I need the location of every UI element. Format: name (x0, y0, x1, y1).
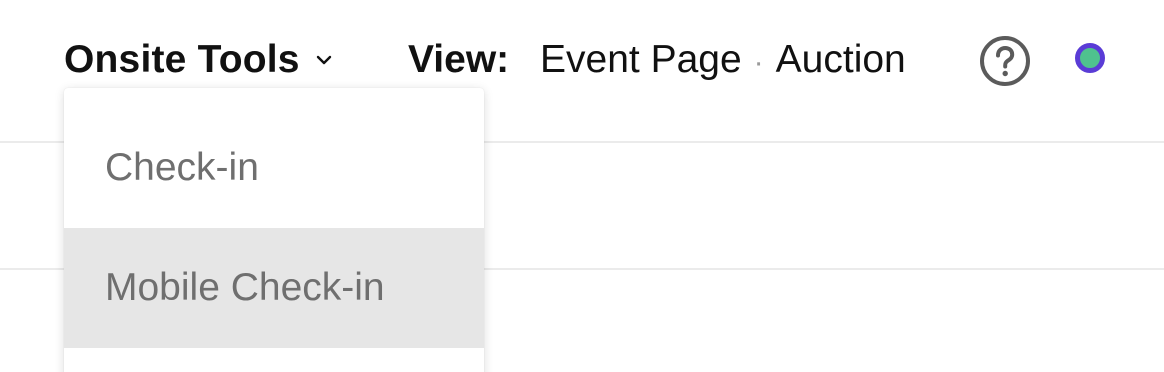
help-circle-icon[interactable] (979, 35, 1031, 87)
status-dot-icon[interactable] (1075, 43, 1105, 73)
view-separator: · (753, 46, 764, 79)
menu-item-mobile-check-in[interactable]: Mobile Check-in (64, 228, 484, 348)
view-context: Event Page · Auction (540, 34, 906, 86)
menu-item-label: Check-in (105, 146, 259, 189)
onsite-tools-label: Onsite Tools (64, 38, 300, 81)
menu-item-label: Mobile Check-in (105, 266, 385, 309)
view-auction-link[interactable]: Auction (776, 38, 906, 81)
chevron-down-icon (314, 50, 334, 70)
view-label: View: (408, 38, 510, 81)
page: Onsite Tools View: Event Page · Auction Ch… (0, 0, 1164, 372)
onsite-tools-menu-button[interactable]: Onsite Tools (64, 34, 334, 86)
view-event-page-link[interactable]: Event Page (540, 38, 742, 81)
menu-item-check-in[interactable]: Check-in (64, 88, 484, 228)
onsite-tools-dropdown: Check-in Mobile Check-in (64, 88, 484, 372)
